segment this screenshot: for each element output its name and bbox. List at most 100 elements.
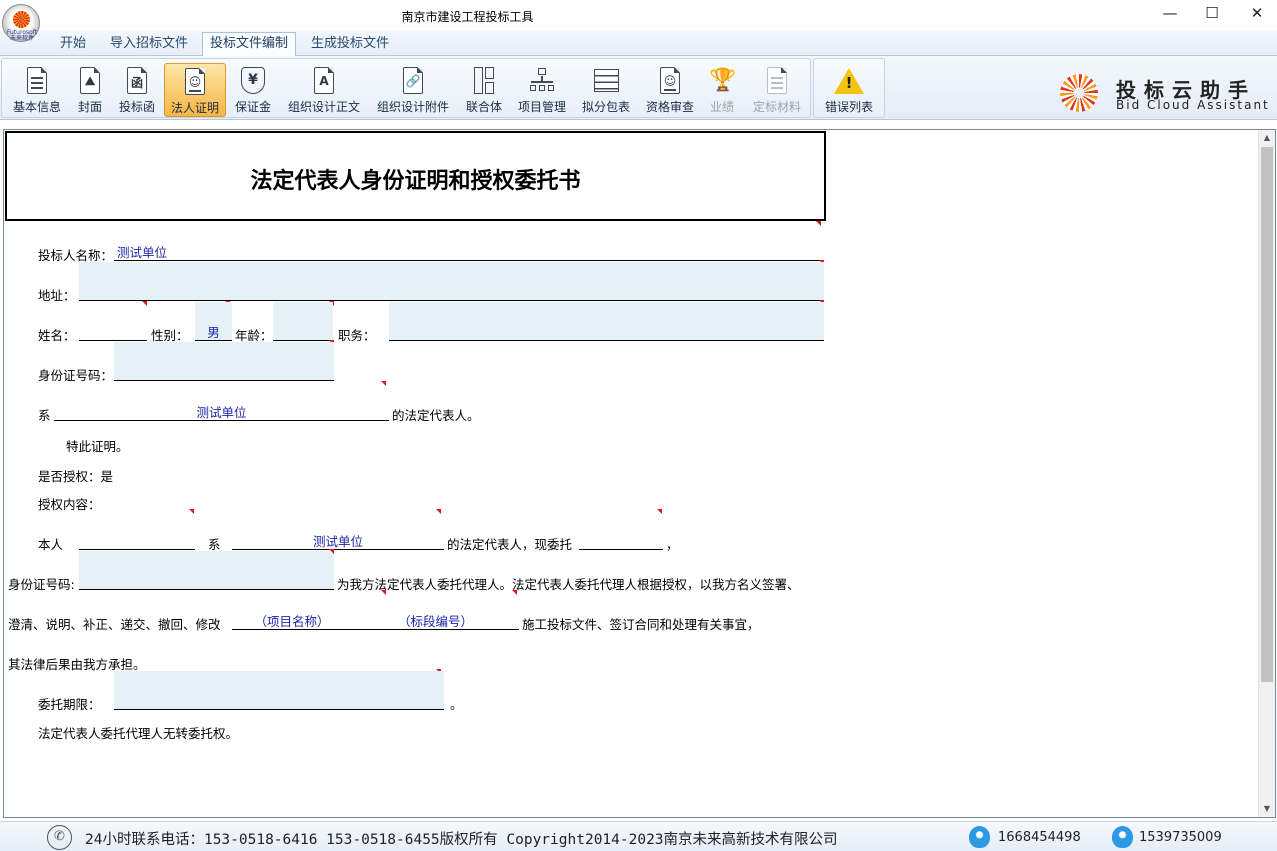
address-field[interactable]: [79, 262, 824, 301]
toolbar-basic-info-button[interactable]: 基本信息: [6, 63, 68, 117]
bidder-field[interactable]: 测试单位: [114, 242, 824, 261]
document-editor[interactable]: 法定代表人身份证明和授权委托书 投标人名称： 测试单位 地址： 姓名： 性别： …: [3, 129, 1276, 818]
self-label: 本人: [38, 537, 64, 552]
belong-suffix: 的法定代表人。: [392, 408, 480, 423]
toolbar-group-main: 基本信息 ⛰ 封面 函 投标函 ☺ 法人证明 ¥ 保证金 A 组织设计正文 🔗 …: [1, 58, 811, 118]
field-marker: [142, 301, 147, 306]
toolbar-label: 保证金: [234, 100, 271, 114]
toolbar-group-errors: ! 错误列表: [813, 58, 885, 118]
age-field[interactable]: [273, 302, 333, 341]
title-bar: Futurosoft 未来软件 南京市建设工程投标工具 — ☐ ✕: [0, 0, 1277, 42]
self-field[interactable]: [79, 531, 195, 550]
position-label: 职务：: [338, 328, 376, 343]
contact-text: 24小时联系电话：153-0518-6416 153-0518-6455版权所有…: [85, 832, 838, 848]
toolbar-union-button[interactable]: 联合体: [459, 63, 509, 117]
clarify-text: 澄清、说明、补正、递交、撤回、修改: [8, 617, 221, 632]
status-bar: ✆ 24小时联系电话：153-0518-6416 153-0518-6455版权…: [0, 821, 1277, 851]
toolbar-cover-button[interactable]: ⛰ 封面: [70, 63, 110, 117]
material-doc-icon: [764, 66, 790, 96]
qq-number-2[interactable]: 1539735009: [1139, 830, 1222, 845]
close-button[interactable]: ✕: [1236, 2, 1277, 26]
field-marker: [189, 509, 194, 514]
brand-sun-icon: [1060, 74, 1098, 112]
union-blocks-icon: [471, 66, 497, 96]
toolbar-label: 联合体: [465, 100, 502, 114]
phone-icon: ✆: [47, 825, 72, 850]
logo-sun-icon: [13, 11, 30, 28]
brand-name-en: Bid Cloud Assistant: [1116, 98, 1270, 112]
period-field[interactable]: [114, 671, 444, 710]
tab-bid-compile[interactable]: 投标文件编制: [202, 32, 297, 56]
entrust-agent-field[interactable]: [579, 531, 663, 550]
toolbar-label: 拟分包表: [581, 100, 630, 114]
toolbar-subcontract-button[interactable]: 拟分包表: [576, 63, 636, 117]
app-logo: Futurosoft 未来软件: [2, 4, 40, 42]
document-lines-icon: [24, 66, 50, 96]
toolbar-label: 投标函: [118, 100, 155, 114]
tab-start[interactable]: 开始: [52, 32, 94, 56]
no-transfer-text: 法定代表人委托代理人无转委托权。: [38, 726, 239, 741]
toolbar-label: 定标材料: [752, 100, 801, 114]
auth-content-label: 授权内容：: [38, 497, 101, 512]
project-name-field[interactable]: （项目名称）: [232, 611, 352, 630]
toolbar-label: 资格审查: [645, 100, 694, 114]
minimize-button[interactable]: —: [1149, 2, 1191, 26]
scroll-thumb[interactable]: [1261, 147, 1273, 682]
field-marker: [436, 509, 441, 514]
toolbar-label: 封面: [77, 100, 102, 114]
toolbar-deposit-button[interactable]: ¥ 保证金: [229, 63, 277, 117]
address-label: 地址：: [38, 288, 76, 303]
self-belong-field[interactable]: 测试单位: [232, 531, 444, 550]
qq-icon: [969, 826, 990, 848]
document-a-icon: A: [311, 66, 337, 96]
toolbar-label: 错误列表: [824, 100, 873, 114]
scroll-up-icon[interactable]: ▲: [1259, 130, 1275, 146]
agent-text: 为我方法定代表人委托代理人。法定代表人委托代理人根据授权，以我方名义签署、: [337, 577, 800, 592]
agent-id-field[interactable]: [79, 551, 334, 590]
certify-text: 特此证明。: [66, 439, 129, 454]
qq-number-1[interactable]: 1668454498: [998, 830, 1081, 845]
period-end: 。: [450, 697, 463, 712]
toolbar-label: 法人证明: [170, 101, 219, 115]
toolbar-error-list-button[interactable]: ! 错误列表: [818, 63, 880, 117]
toolbar-performance-button[interactable]: 🏆 业绩: [703, 63, 741, 117]
org-chart-icon: [529, 66, 555, 96]
bid-letter-icon: 函: [124, 66, 150, 96]
person-check-icon: ☺: [657, 66, 683, 96]
maximize-button[interactable]: ☐: [1191, 2, 1233, 26]
toolbar-bid-letter-button[interactable]: 函 投标函: [114, 63, 160, 117]
section-number-field[interactable]: （标段编号）: [352, 611, 519, 630]
window-title: 南京市建设工程投标工具: [401, 10, 534, 24]
trophy-icon: 🏆: [709, 68, 737, 93]
field-marker: [816, 221, 821, 226]
field-marker: [512, 590, 517, 595]
table-grid-icon: [593, 66, 619, 96]
vertical-scrollbar[interactable]: ▲ ▼: [1258, 130, 1275, 817]
toolbar-label: 组织设计正文: [287, 100, 360, 114]
toolbar-org-design-attach-button[interactable]: 🔗 组织设计附件: [371, 63, 455, 117]
belong-field[interactable]: 测试单位: [54, 402, 389, 421]
cover-image-icon: ⛰: [77, 66, 103, 96]
toolbar-label: 基本信息: [12, 100, 61, 114]
agent-id-label: 身份证号码:: [8, 577, 75, 592]
name-field[interactable]: [79, 322, 147, 341]
yen-shield-icon: ¥: [240, 66, 266, 96]
toolbar-org-design-text-button[interactable]: A 组织设计正文: [282, 63, 366, 117]
tab-generate-bid[interactable]: 生成投标文件: [303, 32, 397, 56]
position-field[interactable]: [389, 302, 824, 341]
toolbar-project-mgmt-button[interactable]: 项目管理: [513, 63, 571, 117]
scroll-down-icon[interactable]: ▼: [1259, 801, 1275, 817]
gender-field[interactable]: 男: [195, 302, 232, 341]
id-field[interactable]: [114, 342, 334, 381]
qq-icon: [1112, 826, 1133, 848]
toolbar-legal-cert-button[interactable]: ☺ 法人证明: [164, 63, 226, 117]
id-label: 身份证号码：: [38, 368, 114, 383]
toolbar-label: 项目管理: [517, 100, 566, 114]
period-label: 委托期限：: [38, 697, 101, 712]
tab-import-tender[interactable]: 导入招标文件: [102, 32, 196, 56]
menu-tabs: 开始 导入招标文件 投标文件编制 生成投标文件: [0, 30, 1277, 56]
toolbar-qualification-button[interactable]: ☺ 资格审查: [640, 63, 700, 117]
field-marker: [381, 590, 386, 595]
toolbar-label: 组织设计附件: [376, 100, 449, 114]
toolbar-award-material-button[interactable]: 定标材料: [746, 63, 808, 117]
